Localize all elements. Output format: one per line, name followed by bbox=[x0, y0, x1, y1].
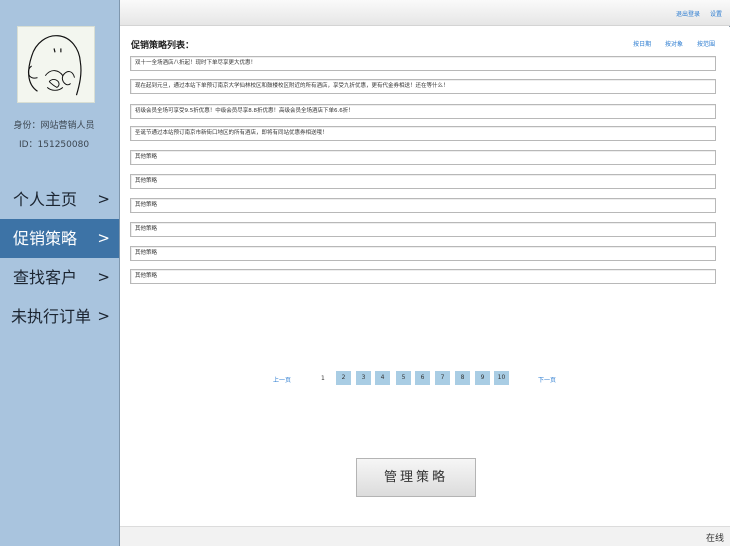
chevron-right-icon: > bbox=[97, 268, 110, 286]
identity-id: ID：151250080 bbox=[18, 140, 90, 150]
chevron-right-icon: > bbox=[97, 307, 110, 325]
page-button[interactable]: 4 bbox=[375, 371, 390, 385]
online-status: 在线 bbox=[705, 534, 724, 544]
strategy-row[interactable]: 其他策略 bbox=[130, 246, 716, 261]
sidebar-item-label: 个人主页 bbox=[13, 190, 78, 209]
strategy-row[interactable]: 其他策略 bbox=[130, 174, 716, 189]
strategy-row[interactable]: 初级会员全场可享受9.5折优惠！中级会员尽享8.8折优惠！高级会员全场酒店下单6… bbox=[130, 104, 716, 119]
prev-page-link[interactable]: 上一页 bbox=[273, 375, 291, 384]
strategy-row[interactable]: 其他策略 bbox=[130, 269, 716, 284]
page-button[interactable]: 10 bbox=[494, 371, 509, 385]
chevron-right-icon: > bbox=[97, 190, 110, 208]
identity-info: 身份：网站营销人员 ID：151250080 bbox=[0, 117, 108, 155]
manage-strategy-button[interactable]: 管理策略 bbox=[356, 458, 476, 497]
sidebar-item-home[interactable]: 个人主页 > bbox=[0, 180, 119, 219]
strategy-row[interactable]: 现在起到元旦，通过本站下单预订南京大学仙林校区和鼓楼校区附近的所有酒店，享受九折… bbox=[130, 79, 716, 94]
avatar-drawing bbox=[27, 35, 82, 96]
sidebar-item-pending-orders[interactable]: 未执行订单 > bbox=[0, 297, 119, 336]
sidebar-item-label: 查找客户 bbox=[13, 268, 78, 287]
strategy-row[interactable]: 其他策略 bbox=[130, 198, 716, 213]
identity-role: 身份：网站营销人员 bbox=[13, 121, 95, 131]
strategy-row[interactable]: 圣诞节通过本站预订南京市新街口地区的所有酒店，即将有同站优惠券相送哦！ bbox=[130, 126, 716, 141]
settings-link[interactable]: 设置 bbox=[710, 11, 722, 18]
sidebar-nav: 个人主页 > 促销策略 > 查找客户 > 未执行订单 > bbox=[0, 180, 119, 336]
top-links: 退出登录 设置 bbox=[668, 9, 722, 18]
current-page: 1 bbox=[321, 375, 325, 382]
sort-by-target-link[interactable]: 按对象 bbox=[665, 41, 683, 48]
sidebar-item-find-customers[interactable]: 查找客户 > bbox=[0, 258, 119, 297]
main-content: 促销策略列表： 按日期 按对象 按范围 双十一全场酒店八折起！现时下单尽享更大优… bbox=[120, 27, 730, 526]
avatar bbox=[17, 26, 95, 103]
sidebar-item-label: 未执行订单 bbox=[11, 307, 92, 326]
status-bar: 在线 bbox=[120, 526, 730, 546]
page-button[interactable]: 8 bbox=[455, 371, 470, 385]
next-page-link[interactable]: 下一页 bbox=[538, 375, 556, 384]
sort-by-date-link[interactable]: 按日期 bbox=[633, 41, 651, 48]
sort-links: 按日期 按对象 按范围 bbox=[621, 39, 715, 48]
page-button[interactable]: 9 bbox=[475, 371, 490, 385]
page-title: 促销策略列表： bbox=[131, 41, 195, 51]
page-button[interactable]: 6 bbox=[415, 371, 430, 385]
page-button[interactable]: 3 bbox=[356, 371, 371, 385]
strategy-row[interactable]: 其他策略 bbox=[130, 150, 716, 165]
top-bar: 退出登录 设置 bbox=[120, 0, 730, 26]
page-button[interactable]: 7 bbox=[435, 371, 450, 385]
strategy-row[interactable]: 双十一全场酒店八折起！现时下单尽享更大优惠！ bbox=[130, 56, 716, 71]
chevron-right-icon: > bbox=[97, 229, 110, 247]
sidebar-item-promotions[interactable]: 促销策略 > bbox=[0, 219, 119, 258]
page-button[interactable]: 2 bbox=[336, 371, 351, 385]
sidebar: 身份：网站营销人员 ID：151250080 个人主页 > 促销策略 > 查找客… bbox=[0, 0, 120, 546]
sort-by-scope-link[interactable]: 按范围 bbox=[697, 41, 715, 48]
pagination: 上一页 1 2 3 4 5 6 7 8 9 10 下一页 bbox=[120, 371, 730, 387]
logout-link[interactable]: 退出登录 bbox=[676, 11, 700, 18]
strategy-row[interactable]: 其他策略 bbox=[130, 222, 716, 237]
page-button[interactable]: 5 bbox=[396, 371, 411, 385]
sidebar-item-label: 促销策略 bbox=[13, 229, 78, 248]
